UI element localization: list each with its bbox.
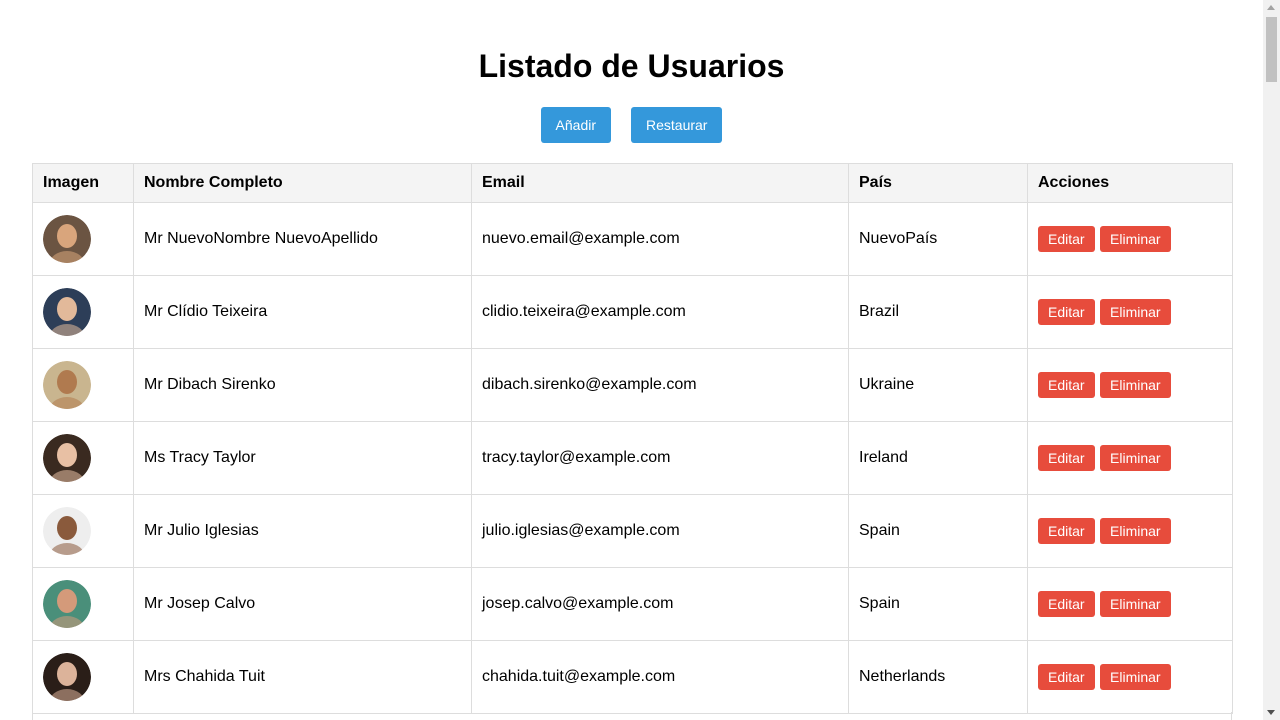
toolbar: Añadir Restaurar (0, 107, 1263, 143)
email-cell: clidio.teixeira@example.com (471, 275, 849, 349)
page-title: Listado de Usuarios (478, 48, 785, 84)
country-cell: NuevoPaís (848, 202, 1028, 276)
users-table: Imagen Nombre Completo Email País Accion… (32, 163, 1233, 714)
edit-button[interactable]: Editar (1038, 226, 1095, 252)
delete-button[interactable]: Eliminar (1100, 372, 1171, 398)
avatar (43, 580, 91, 628)
avatar-cell (32, 494, 134, 568)
avatar (43, 507, 91, 555)
delete-button[interactable]: Eliminar (1100, 299, 1171, 325)
country-cell: Ukraine (848, 348, 1028, 422)
name-cell: Mr NuevoNombre NuevoApellido (133, 202, 472, 276)
table-row: Mr Clídio Teixeira clidio.teixeira@examp… (32, 275, 1233, 349)
country-cell: Netherlands (848, 640, 1028, 714)
country-cell: Spain (848, 494, 1028, 568)
table-row: Mrs Chahida Tuit chahida.tuit@example.co… (32, 640, 1233, 714)
column-header-name: Nombre Completo (133, 163, 472, 203)
delete-button[interactable]: Eliminar (1100, 664, 1171, 690)
avatar (43, 434, 91, 482)
scroll-down-arrow-icon[interactable] (1267, 710, 1275, 715)
avatar-cell (32, 567, 134, 641)
table-row: Ms Tracy Taylor tracy.taylor@example.com… (32, 421, 1233, 495)
delete-button[interactable]: Eliminar (1100, 591, 1171, 617)
name-cell: Mrs Chahida Tuit (133, 640, 472, 714)
column-header-email: Email (471, 163, 849, 203)
actions-cell: Editar Eliminar (1027, 275, 1233, 349)
vertical-scrollbar[interactable] (1263, 0, 1280, 720)
restore-button[interactable]: Restaurar (631, 107, 723, 143)
name-cell: Mr Josep Calvo (133, 567, 472, 641)
column-header-country: País (848, 163, 1028, 203)
edit-button[interactable]: Editar (1038, 372, 1095, 398)
avatar-cell (32, 348, 134, 422)
table-row: Mr Josep Calvo josep.calvo@example.com S… (32, 567, 1233, 641)
country-cell: Ireland (848, 421, 1028, 495)
name-cell: Ms Tracy Taylor (133, 421, 472, 495)
name-cell: Mr Dibach Sirenko (133, 348, 472, 422)
name-cell: Mr Julio Iglesias (133, 494, 472, 568)
edit-button[interactable]: Editar (1038, 591, 1095, 617)
avatar-cell (32, 275, 134, 349)
table-row: Mr Dibach Sirenko dibach.sirenko@example… (32, 348, 1233, 422)
actions-cell: Editar Eliminar (1027, 567, 1233, 641)
actions-cell: Editar Eliminar (1027, 202, 1233, 276)
column-header-image: Imagen (32, 163, 134, 203)
edit-button[interactable]: Editar (1038, 518, 1095, 544)
avatar-cell (32, 421, 134, 495)
actions-cell: Editar Eliminar (1027, 421, 1233, 495)
actions-cell: Editar Eliminar (1027, 348, 1233, 422)
name-cell: Mr Clídio Teixeira (133, 275, 472, 349)
scroll-thumb[interactable] (1266, 17, 1277, 82)
table-overflow-edge (32, 712, 1232, 720)
edit-button[interactable]: Editar (1038, 445, 1095, 471)
table-row: Mr NuevoNombre NuevoApellido nuevo.email… (32, 202, 1233, 276)
country-cell: Brazil (848, 275, 1028, 349)
avatar (43, 288, 91, 336)
add-button[interactable]: Añadir (540, 107, 611, 143)
email-cell: nuevo.email@example.com (471, 202, 849, 276)
avatar (43, 361, 91, 409)
email-cell: chahida.tuit@example.com (471, 640, 849, 714)
edit-button[interactable]: Editar (1038, 299, 1095, 325)
edit-button[interactable]: Editar (1038, 664, 1095, 690)
country-cell: Spain (848, 567, 1028, 641)
delete-button[interactable]: Eliminar (1100, 445, 1171, 471)
column-header-actions: Acciones (1027, 163, 1233, 203)
page: Listado de Usuarios Añadir Restaurar Ima… (0, 0, 1263, 720)
table-row: Mr Julio Iglesias julio.iglesias@example… (32, 494, 1233, 568)
table-header-row: Imagen Nombre Completo Email País Accion… (32, 163, 1233, 203)
scroll-up-arrow-icon[interactable] (1267, 5, 1275, 10)
email-cell: josep.calvo@example.com (471, 567, 849, 641)
avatar (43, 215, 91, 263)
avatar (43, 653, 91, 701)
avatar-cell (32, 202, 134, 276)
email-cell: tracy.taylor@example.com (471, 421, 849, 495)
email-cell: julio.iglesias@example.com (471, 494, 849, 568)
email-cell: dibach.sirenko@example.com (471, 348, 849, 422)
avatar-cell (32, 640, 134, 714)
actions-cell: Editar Eliminar (1027, 640, 1233, 714)
delete-button[interactable]: Eliminar (1100, 226, 1171, 252)
delete-button[interactable]: Eliminar (1100, 518, 1171, 544)
actions-cell: Editar Eliminar (1027, 494, 1233, 568)
